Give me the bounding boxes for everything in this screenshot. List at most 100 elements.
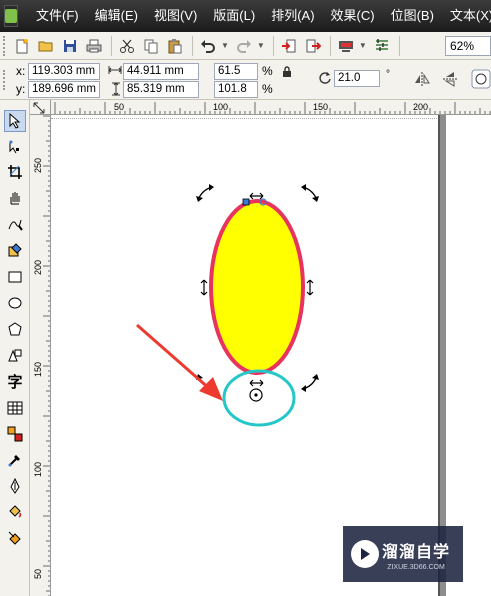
height-field[interactable]: 85.319 mm [123,81,199,98]
import-icon[interactable] [278,35,300,57]
skew-handle-left[interactable] [200,279,208,296]
drawing-layer [136,184,319,427]
zoom-level-field[interactable]: 62% [445,35,491,56]
crop-tool-icon[interactable] [4,161,26,183]
interactive-blend-tool-icon[interactable] [4,423,26,445]
application-icon[interactable] [4,5,18,27]
pick-tool-icon[interactable] [4,110,26,132]
toolbar-separator [329,35,331,56]
v-ruler-label-100: 100 [33,462,43,477]
toolbox: 字 [0,100,30,596]
menu-bitmaps[interactable]: 位图(B) [383,0,442,32]
watermark-subtitle: ZIXUE.3D66.COM [387,563,445,571]
v-ruler-label-150: 150 [33,362,43,377]
horizontal-ruler[interactable]: 50 100 150 200 [51,100,491,115]
fill-tool-icon[interactable] [4,501,26,523]
vertical-ruler[interactable]: 250 200 150 100 50 [30,115,51,596]
lock-ratio-icon[interactable] [282,66,292,81]
menu-edit[interactable]: 编辑(E) [87,0,146,32]
skew-handle-bottom[interactable] [249,379,264,387]
width-field[interactable]: 44.911 mm [123,63,199,80]
scale-x-field[interactable]: 61.5 [214,63,258,80]
rotation-icon [318,71,332,88]
launcher-dropdown-icon[interactable]: ▼ [359,41,367,50]
drawing-canvas[interactable] [51,115,491,596]
pan-tool-icon[interactable] [4,187,26,209]
menu-view[interactable]: 视图(V) [146,0,205,32]
watermark: 溜溜自学 ZIXUE.3D66.COM [343,526,463,582]
undo-icon[interactable] [197,35,219,57]
propbar-grip[interactable] [3,70,7,90]
open-icon[interactable] [35,35,57,57]
x-label: x: [16,64,26,78]
x-position-field[interactable]: 119.303 mm [28,63,100,80]
y-position-field[interactable]: 189.696 mm [28,81,100,98]
toolbar-separator [192,35,193,56]
freehand-tool-icon[interactable] [4,213,26,235]
rectangle-tool-icon[interactable] [4,266,26,288]
copy-icon[interactable] [140,35,162,57]
scale-x-percent: % [262,64,273,78]
menu-text[interactable]: 文本(X) [442,0,491,32]
scale-y-field[interactable]: 101.8 [214,81,258,98]
yellow-ellipse[interactable] [209,199,305,375]
v-ruler-label-50: 50 [33,569,43,579]
shape-options-icon[interactable] [471,69,491,92]
standard-toolbar: ▼ ▼ ▼ 62% [0,32,491,60]
export-icon[interactable] [302,35,324,57]
shape-tool-icon[interactable] [4,136,26,158]
toolbar-grip[interactable] [3,35,7,56]
cut-icon[interactable] [116,35,138,57]
smart-fill-tool-icon[interactable] [4,239,26,261]
paste-icon[interactable] [164,35,186,57]
h-ruler-label-100: 100 [213,102,228,112]
ellipse-tool-icon[interactable] [4,292,26,314]
menu-bar: 文件(F) 编辑(E) 视图(V) 版面(L) 排列(A) 效果(C) 位图(B… [0,0,491,32]
h-ruler-label-200: 200 [413,102,428,112]
watermark-logo-icon [351,540,379,568]
undo-dropdown-icon[interactable]: ▼ [221,41,229,50]
skew-handle-top[interactable] [249,192,264,200]
polygon-tool-icon[interactable] [4,318,26,340]
interactive-fill-tool-icon[interactable] [4,527,26,549]
menu-arrange[interactable]: 排列(A) [263,0,322,32]
vertical-ruler-ticks: 250 200 150 100 50 [33,115,50,596]
horizontal-ruler-ticks: 50 100 150 200 [54,102,491,114]
toolbar-separator [398,35,400,56]
redo-icon[interactable] [233,35,255,57]
menu-layout[interactable]: 版面(L) [205,0,263,32]
rotation-pivot-icon[interactable] [249,388,263,402]
height-icon [110,82,122,99]
table-tool-icon[interactable] [4,397,26,419]
basic-shapes-tool-icon[interactable] [4,344,26,366]
options-icon[interactable] [371,35,393,57]
property-bar: x: 119.303 mm y: 189.696 mm 44.911 mm 85… [0,60,491,100]
menu-file[interactable]: 文件(F) [28,0,87,32]
outline-tool-icon[interactable] [4,475,26,497]
rotate-handle-bottom-right[interactable] [301,374,319,392]
application-launcher-icon[interactable] [335,35,357,57]
annotation-arrow [136,323,223,401]
mirror-vertical-icon[interactable] [442,71,458,90]
text-tool-icon[interactable]: 字 [4,370,26,392]
toolbar-separator [111,35,112,56]
v-ruler-label-200: 200 [33,260,43,275]
rotate-handle-top-left[interactable] [196,184,214,202]
width-icon [108,64,122,79]
mirror-horizontal-icon[interactable] [414,71,430,90]
menu-effects[interactable]: 效果(C) [323,0,383,32]
h-ruler-label-150: 150 [313,102,328,112]
rotation-angle-field[interactable]: 21.0 [334,70,380,87]
v-ruler-label-250: 250 [33,158,43,173]
new-icon[interactable] [11,35,33,57]
redo-dropdown-icon[interactable]: ▼ [257,41,265,50]
skew-handle-right[interactable] [306,279,314,296]
save-icon[interactable] [59,35,81,57]
eyedropper-tool-icon[interactable] [4,449,26,471]
print-icon[interactable] [83,35,105,57]
rotate-handle-top-right[interactable] [301,184,319,202]
h-ruler-label-50: 50 [114,102,124,112]
watermark-title: 溜溜自学 [381,543,450,561]
scale-y-percent: % [262,82,273,96]
ruler-origin[interactable] [30,100,51,115]
